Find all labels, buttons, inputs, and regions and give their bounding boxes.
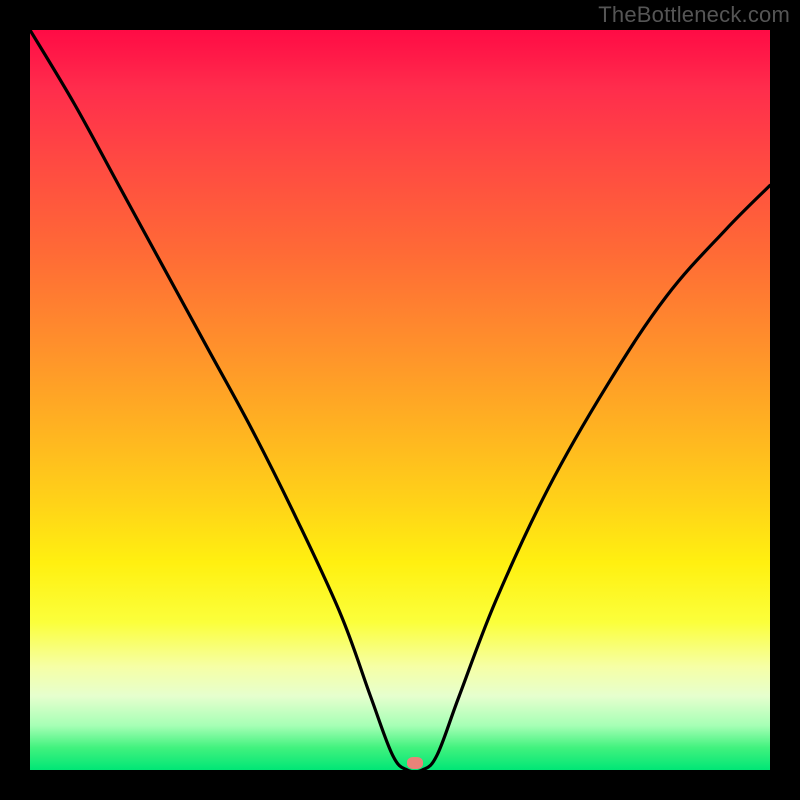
bottleneck-curve: [30, 30, 770, 770]
minimum-marker-icon: [407, 757, 423, 769]
plot-area: [30, 30, 770, 770]
chart-frame: TheBottleneck.com: [0, 0, 800, 800]
attribution-watermark: TheBottleneck.com: [598, 2, 790, 28]
